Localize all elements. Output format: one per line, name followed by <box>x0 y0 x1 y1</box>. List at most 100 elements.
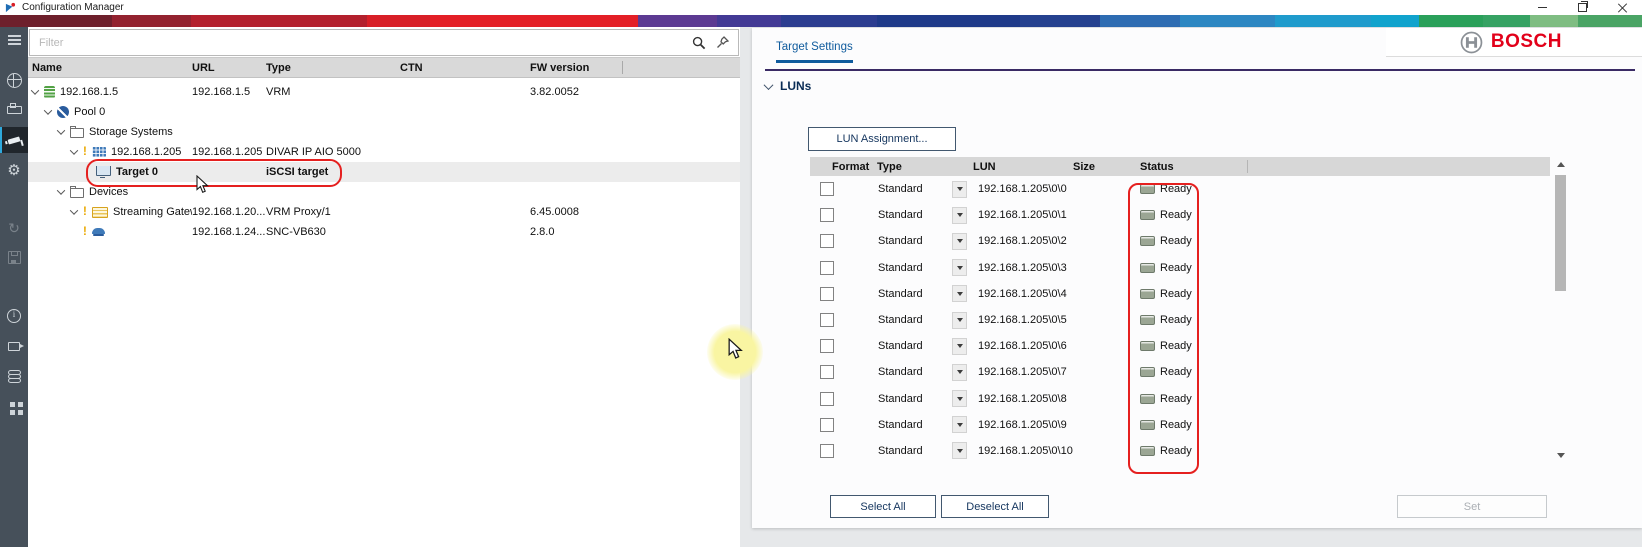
column-divider[interactable] <box>622 61 623 74</box>
tree-item-name: Target 0 <box>116 166 158 178</box>
lun-type-value: Standard <box>866 209 952 221</box>
bosch-wordmark: BOSCH <box>1491 31 1562 53</box>
lun-disk-icon <box>1140 367 1155 377</box>
close-button[interactable] <box>1602 0 1642 15</box>
lun-assignment-button[interactable]: LUN Assignment... <box>808 127 956 151</box>
column-header-fw[interactable]: FW version <box>530 62 622 74</box>
dropdown-arrow-icon[interactable] <box>952 338 967 355</box>
accent-segment <box>367 15 431 27</box>
column-header-url[interactable]: URL <box>192 62 266 74</box>
lun-status-cell: Ready <box>1132 340 1192 352</box>
dropdown-arrow-icon[interactable] <box>952 364 967 381</box>
tree-item-fw: 6.45.0008 <box>530 206 622 218</box>
accent-segment <box>1180 15 1276 27</box>
lun-disk-icon <box>1140 263 1155 273</box>
lun-checkbox[interactable] <box>820 287 834 301</box>
expander-chevron-icon[interactable] <box>57 186 65 194</box>
tree-row[interactable]: ! Streaming Gatew... 192.168.1.20... VRM… <box>28 202 740 222</box>
column-header-status[interactable]: Status <box>1132 161 1550 173</box>
restore-button[interactable] <box>1562 0 1602 15</box>
column-header-lun[interactable]: LUN <box>972 161 1065 173</box>
dropdown-arrow-icon[interactable] <box>952 207 967 224</box>
luns-section-header[interactable]: LUNs <box>765 79 811 93</box>
dropdown-arrow-icon[interactable] <box>952 233 967 250</box>
network-scan-icon[interactable] <box>0 67 28 93</box>
grid-view-icon[interactable] <box>0 393 28 419</box>
column-header-type[interactable]: Type <box>266 62 400 74</box>
lun-checkbox[interactable] <box>820 339 834 353</box>
expander-chevron-icon[interactable] <box>44 106 52 114</box>
lun-checkbox[interactable] <box>820 418 834 432</box>
lun-checkbox[interactable] <box>820 182 834 196</box>
info-icon[interactable] <box>0 303 28 329</box>
column-header-type[interactable]: Type <box>866 161 972 173</box>
scroll-up-icon[interactable] <box>1557 162 1565 167</box>
deselect-all-button[interactable]: Deselect All <box>941 495 1049 518</box>
dropdown-arrow-icon[interactable] <box>952 312 967 329</box>
tree-row[interactable]: ! 192.168.1.24... SNC-VB630 2.8.0 <box>28 222 740 242</box>
column-header-size[interactable]: Size <box>1065 161 1132 173</box>
dropdown-arrow-icon[interactable] <box>952 259 967 276</box>
tree-item-fw: 2.8.0 <box>530 226 622 238</box>
dropdown-arrow-icon[interactable] <box>952 442 967 459</box>
expander-chevron-icon[interactable] <box>70 146 78 154</box>
expander-chevron-icon[interactable] <box>70 206 78 214</box>
column-header-ctn[interactable]: CTN <box>400 62 530 74</box>
lun-checkbox[interactable] <box>820 261 834 275</box>
lun-row: Standard 192.168.1.205\0\8 Ready <box>810 386 1550 412</box>
dropdown-arrow-icon[interactable] <box>952 181 967 198</box>
cctv-glyph <box>8 136 21 144</box>
lun-table-scrollbar[interactable] <box>1554 159 1568 461</box>
tree-row[interactable]: Storage Systems <box>28 122 740 142</box>
reload-icon[interactable]: ↻ <box>0 215 28 241</box>
filter-icons <box>692 36 729 50</box>
storage-icon[interactable] <box>0 363 28 389</box>
cctv-camera-icon[interactable] <box>0 127 28 153</box>
lun-checkbox[interactable] <box>820 392 834 406</box>
lun-type-value: Standard <box>866 314 952 326</box>
tab-target-settings[interactable]: Target Settings <box>776 41 853 63</box>
column-header-format[interactable]: Format <box>810 161 866 173</box>
scroll-down-icon[interactable] <box>1557 453 1565 458</box>
tree-row[interactable]: Devices <box>28 182 740 202</box>
expander-chevron-icon[interactable] <box>31 86 39 94</box>
lun-type-dropdown-cell <box>952 259 972 276</box>
save-glyph <box>8 251 21 264</box>
lun-checkbox[interactable] <box>820 234 834 248</box>
save-icon[interactable] <box>0 244 28 270</box>
accent-segment <box>1371 15 1419 27</box>
lun-type-dropdown-cell <box>952 416 972 433</box>
menu-icon[interactable] <box>0 27 28 53</box>
streaming-gateway-icon <box>92 207 108 218</box>
lun-checkbox[interactable] <box>820 208 834 222</box>
tree-row[interactable]: Target 0 iSCSI target <box>28 162 740 182</box>
scrollbar-thumb[interactable] <box>1555 175 1566 291</box>
dropdown-arrow-icon[interactable] <box>952 390 967 407</box>
lun-checkbox[interactable] <box>820 444 834 458</box>
lun-status-cell: Ready <box>1132 393 1192 405</box>
set-button[interactable]: Set <box>1397 495 1547 518</box>
expander-chevron-icon[interactable] <box>57 126 65 134</box>
minimize-button[interactable] <box>1522 0 1562 15</box>
pin-icon[interactable] <box>716 36 729 50</box>
lun-type-dropdown-cell <box>952 285 972 302</box>
video-camera-icon[interactable] <box>0 333 28 359</box>
info-glyph <box>7 309 21 323</box>
devices-icon[interactable] <box>0 97 28 123</box>
tree-row[interactable]: ! 192.168.1.205 192.168.1.205 DIVAR IP A… <box>28 142 740 162</box>
tree-row-name-cell: 192.168.1.5 <box>28 86 192 98</box>
tree-row[interactable]: 192.168.1.5 192.168.1.5 VRM 3.82.0052 <box>28 82 740 102</box>
lun-checkbox[interactable] <box>820 313 834 327</box>
dropdown-arrow-icon[interactable] <box>952 416 967 433</box>
search-icon[interactable] <box>692 36 706 50</box>
settings-icon[interactable]: ⚙ <box>0 157 28 183</box>
lun-path-value: 192.168.1.205\0\1 <box>972 209 1132 221</box>
tree-row[interactable]: Pool 0 <box>28 102 740 122</box>
column-header-name[interactable]: Name <box>28 62 192 74</box>
warning-icon: ! <box>83 146 89 158</box>
lun-checkbox[interactable] <box>820 365 834 379</box>
filter-input[interactable] <box>30 36 692 50</box>
lun-status-text: Ready <box>1160 209 1192 221</box>
dropdown-arrow-icon[interactable] <box>952 285 967 302</box>
select-all-button[interactable]: Select All <box>830 495 936 518</box>
